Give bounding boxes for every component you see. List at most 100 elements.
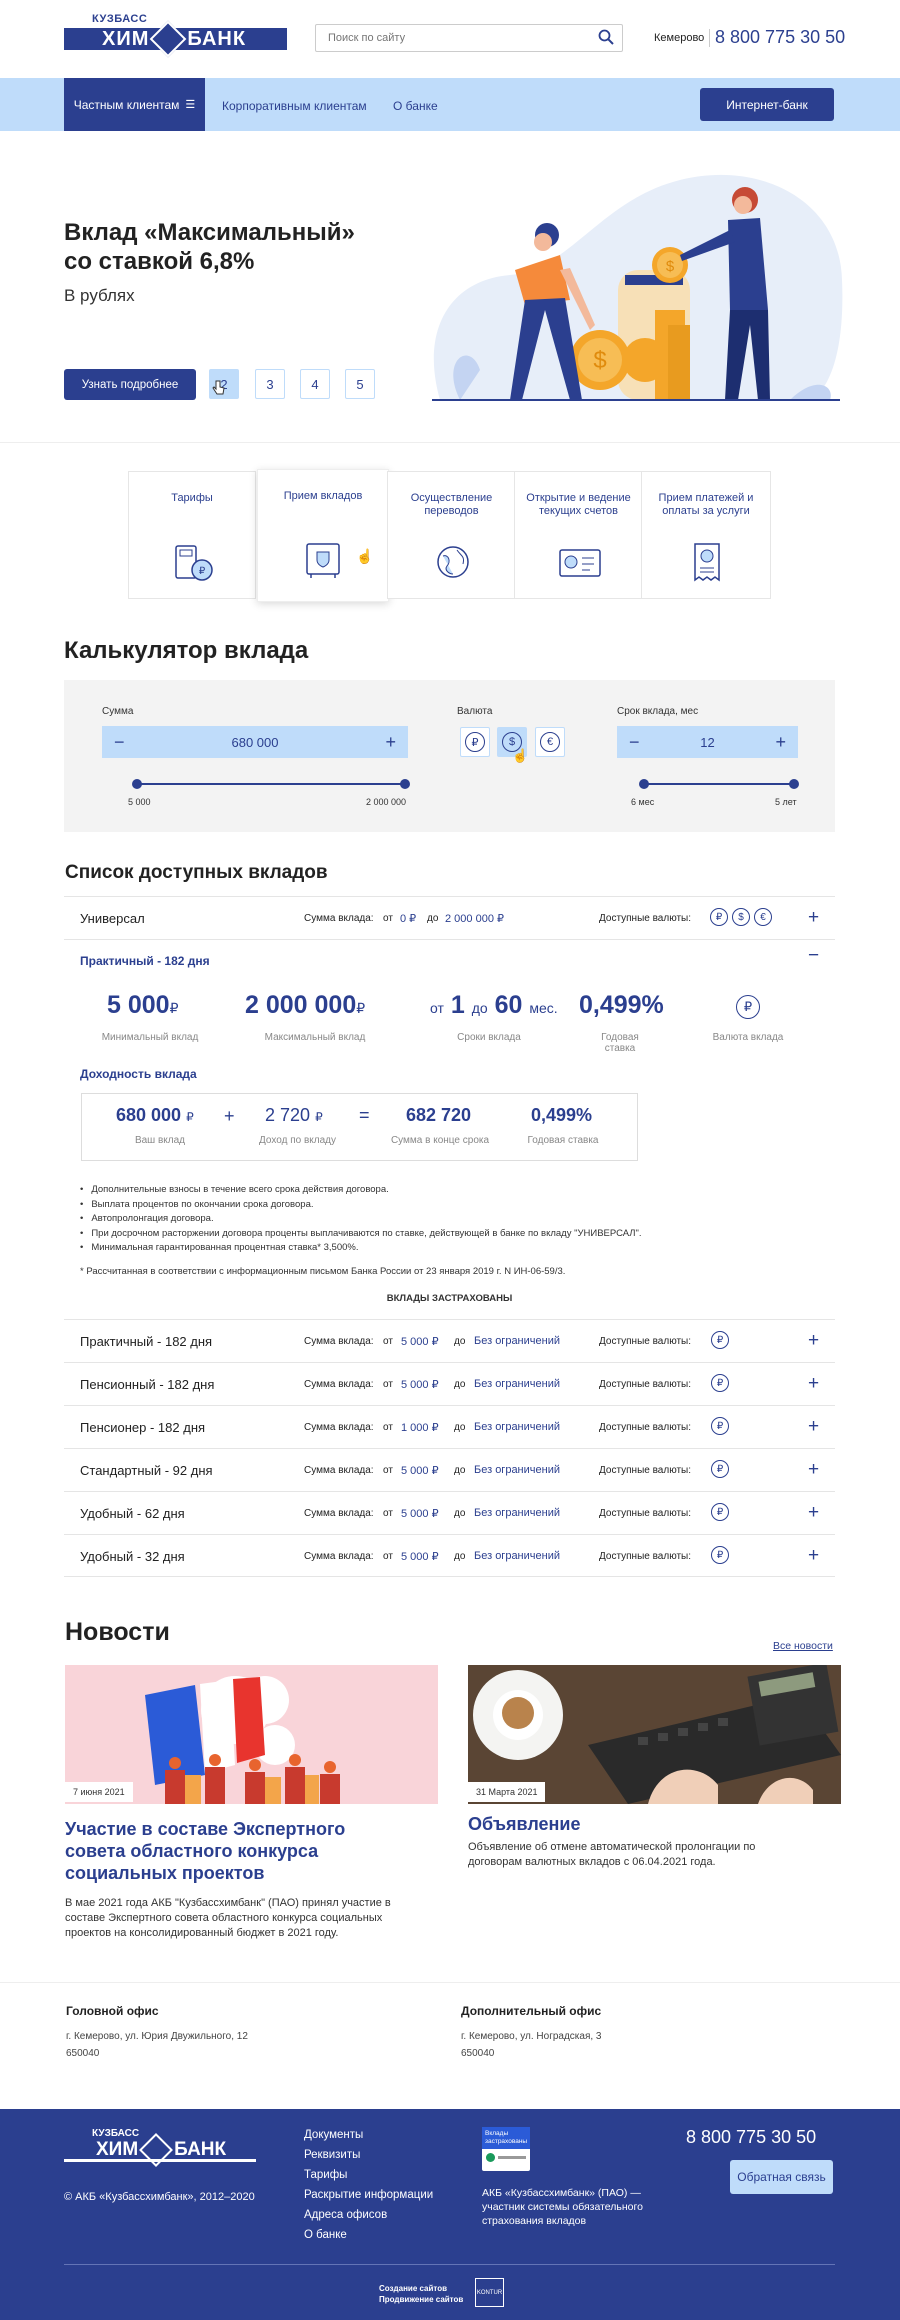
internet-bank-button[interactable]: Интернет-банк xyxy=(700,88,834,121)
service-accounts[interactable]: Открытие и ведение текущих счетов xyxy=(514,471,643,599)
to-word: до xyxy=(454,1336,466,1347)
from-word: от xyxy=(383,1508,393,1519)
term-unit: мес. xyxy=(529,1000,558,1016)
news-headline-1[interactable]: Участие в составе Экспертного совета обл… xyxy=(65,1818,385,1884)
sum-slider-max-handle[interactable] xyxy=(400,779,410,789)
ruble-icon: ₽ xyxy=(711,1374,729,1392)
currency-rub-button[interactable]: ₽ xyxy=(460,727,490,757)
deposit-row[interactable]: Удобный - 62 дня Сумма вклада: от 5 000 … xyxy=(64,1491,835,1534)
plus-icon[interactable]: + xyxy=(775,732,786,753)
term-slider-min-handle[interactable] xyxy=(639,779,649,789)
service-payments[interactable]: Прием платежей и оплаты за услуги xyxy=(641,471,771,599)
expand-plus-icon[interactable]: + xyxy=(808,1459,819,1481)
deposit-row[interactable]: Пенсионер - 182 дня Сумма вклада: от 1 0… xyxy=(64,1405,835,1448)
insurance-badge-header: Вклады застрахованы xyxy=(482,2127,530,2149)
kontur-logo[interactable]: KONTUR xyxy=(475,2278,504,2307)
nav-corporate-clients[interactable]: Корпоративным клиентам xyxy=(222,99,367,113)
deposit-min: 5 000 ₽ xyxy=(401,1336,439,1348)
footer-link-about[interactable]: О банке xyxy=(304,2229,347,2241)
deposit-row[interactable]: Пенсионный - 182 дня Сумма вклада: от 5 … xyxy=(64,1362,835,1405)
insurance-badge-line1: Вклады xyxy=(485,2130,509,2137)
pager-5[interactable]: 5 xyxy=(345,369,375,399)
logo[interactable]: ХИМ БАНК xyxy=(64,20,287,58)
sum-slider-min-handle[interactable] xyxy=(132,779,142,789)
deposit-row[interactable]: Удобный - 32 дня Сумма вклада: от 5 000 … xyxy=(64,1534,835,1577)
currency-caption: Валюта вклада xyxy=(712,1032,784,1043)
sum-label: Сумма xyxy=(102,706,134,717)
search-input[interactable] xyxy=(315,24,623,52)
max-amount-caption: Максимальный вклад xyxy=(264,1032,366,1043)
footer-link-offices[interactable]: Адреса офисов xyxy=(304,2209,387,2221)
euro-icon: € xyxy=(540,732,560,752)
header-phone[interactable]: 8 800 775 30 50 xyxy=(715,27,845,48)
plus-icon[interactable]: + xyxy=(385,732,396,753)
service-deposits[interactable]: Прием вкладов ☝ xyxy=(257,469,389,602)
logo-left-text: ХИМ xyxy=(102,27,150,50)
deposit-name[interactable]: Практичный - 182 дня xyxy=(80,954,210,968)
minus-icon[interactable]: − xyxy=(629,732,640,753)
pager-4[interactable]: 4 xyxy=(300,369,330,399)
expand-plus-icon[interactable]: + xyxy=(808,1373,819,1395)
plus-sign: + xyxy=(224,1106,235,1126)
term-slider-track[interactable] xyxy=(644,783,794,785)
learn-more-button[interactable]: Узнать подробнее xyxy=(64,369,196,400)
service-transfers[interactable]: Осуществление переводов xyxy=(387,471,516,599)
asv-logo-icon xyxy=(486,2153,495,2162)
insured-label: ВКЛАДЫ ЗАСТРАХОВАНЫ xyxy=(386,1293,513,1304)
ruble-icon: ₽ xyxy=(711,1460,729,1478)
ruble-sign: ₽ xyxy=(169,1000,179,1016)
logo-right-text: БАНК xyxy=(187,27,247,50)
yield-deposit-value: 680 000 xyxy=(116,1105,182,1125)
news-headline-2[interactable]: Объявление xyxy=(468,1813,828,1835)
footer-link-tariffs[interactable]: Тарифы xyxy=(304,2169,347,2181)
all-news-link[interactable]: Все новости xyxy=(773,1640,833,1652)
sum-slider-track[interactable] xyxy=(137,783,405,785)
deposit-row[interactable]: Стандартный - 92 дня Сумма вклада: от 5 … xyxy=(64,1448,835,1491)
city-selector[interactable]: Кемерово xyxy=(654,32,704,44)
expand-plus-icon[interactable]: + xyxy=(808,1330,819,1352)
sum-value[interactable]: 680 000 xyxy=(232,735,279,750)
pager-3[interactable]: 3 xyxy=(255,369,285,399)
expand-plus-icon[interactable]: + xyxy=(808,1502,819,1524)
search-icon[interactable] xyxy=(598,29,614,45)
deposit-name: Стандартный - 92 дня xyxy=(80,1463,213,1478)
from-word: от xyxy=(383,1422,393,1433)
feedback-button[interactable]: Обратная связь xyxy=(730,2160,833,2194)
deposit-name: Пенсионер - 182 дня xyxy=(80,1420,206,1435)
sum-stepper[interactable]: − 680 000 + xyxy=(102,726,408,758)
footer-link-requisites[interactable]: Реквизиты xyxy=(304,2149,360,2161)
minus-icon[interactable]: − xyxy=(114,732,125,753)
collapse-minus-icon[interactable]: − xyxy=(808,945,819,967)
deposits-title: Список доступных вкладов xyxy=(65,862,328,883)
footer-link-documents[interactable]: Документы xyxy=(304,2129,363,2141)
deposit-row-universal[interactable]: Универсал Сумма вклада: от 0 ₽ до 2 000 … xyxy=(64,896,835,939)
deposit-min: 5 000 ₽ xyxy=(401,1508,439,1520)
currency-eur-button[interactable]: € xyxy=(535,727,565,757)
news-date-2: 31 Марта 2021 xyxy=(468,1782,546,1802)
hero-title: Вклад «Максимальный» со ставкой 6,8% xyxy=(64,218,444,276)
term-value[interactable]: 12 xyxy=(700,735,714,750)
term-stepper[interactable]: − 12 + xyxy=(617,726,798,758)
deposit-row[interactable]: Практичный - 182 дня Сумма вклада: от 5 … xyxy=(64,1319,835,1362)
service-tariffs[interactable]: Тарифы ₽ xyxy=(128,471,256,599)
deposit-name: Удобный - 32 дня xyxy=(80,1549,185,1564)
from-word: от xyxy=(383,1336,393,1347)
term-slider-max-handle[interactable] xyxy=(789,779,799,789)
expand-plus-icon[interactable]: + xyxy=(808,907,819,929)
footer-logo[interactable]: ХИМ БАНК xyxy=(64,2132,256,2167)
footer-phone[interactable]: 8 800 775 30 50 xyxy=(686,2127,816,2148)
sum-label: Сумма вклада: xyxy=(304,1551,374,1562)
yield-total-caption: Сумма в конце срока xyxy=(390,1135,490,1146)
footer-link-disclosure[interactable]: Раскрытие информации xyxy=(304,2189,433,2201)
expand-plus-icon[interactable]: + xyxy=(808,1416,819,1438)
developer-text[interactable]: Создание сайтов Продвижение сайтов xyxy=(379,2283,463,2305)
condition-item: Минимальная гарантированная процентная с… xyxy=(80,1241,642,1256)
nav-private-clients[interactable]: Частным клиентам ☰ xyxy=(64,78,205,131)
dev-line-2: Продвижение сайтов xyxy=(379,2295,464,2304)
term-max-label: 5 лет xyxy=(775,797,797,807)
nav-about[interactable]: О банке xyxy=(393,99,438,113)
yield-total: 682 720 xyxy=(406,1105,472,1125)
expand-plus-icon[interactable]: + xyxy=(808,1545,819,1567)
currencies-label: Доступные валюты: xyxy=(599,1422,692,1433)
deposit-min: 0 ₽ xyxy=(400,913,417,925)
